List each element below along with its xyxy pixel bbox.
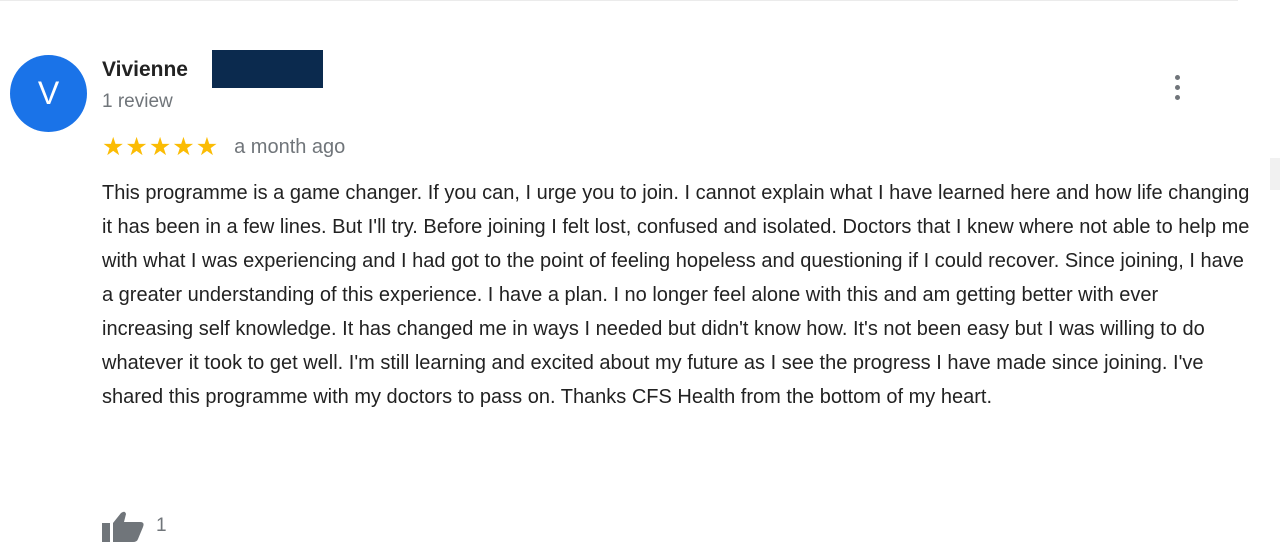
like-row: 1 bbox=[102, 510, 167, 542]
more-vertical-icon-dot bbox=[1174, 94, 1180, 100]
thumbs-up-icon[interactable] bbox=[102, 510, 146, 542]
top-divider bbox=[0, 0, 1238, 1]
scroll-edge-marker bbox=[1270, 158, 1280, 190]
more-options-button[interactable] bbox=[1165, 70, 1189, 104]
star-icon: ★ bbox=[102, 133, 125, 161]
review-card: V Vivienne 1 review ★ ★ ★ ★ ★ a month ago Th… bbox=[0, 0, 1280, 549]
reviewer-name[interactable]: Vivienne bbox=[102, 58, 188, 82]
more-vertical-icon bbox=[1174, 74, 1180, 80]
more-vertical-icon-dot bbox=[1174, 84, 1180, 90]
star-icon: ★ bbox=[125, 133, 148, 161]
review-date: a month ago bbox=[234, 135, 346, 158]
avatar[interactable]: V bbox=[10, 55, 87, 132]
rating-row: ★ ★ ★ ★ ★ a month ago bbox=[102, 132, 345, 162]
star-icon: ★ bbox=[195, 133, 219, 161]
star-icon: ★ bbox=[148, 133, 172, 161]
review-count[interactable]: 1 review bbox=[102, 91, 173, 113]
star-icon: ★ bbox=[172, 133, 195, 161]
like-count: 1 bbox=[156, 515, 167, 536]
redacted-surname bbox=[212, 50, 323, 88]
star-rating: ★ ★ ★ ★ ★ bbox=[102, 133, 218, 161]
review-text: This programme is a game changer. If you… bbox=[102, 182, 1250, 408]
